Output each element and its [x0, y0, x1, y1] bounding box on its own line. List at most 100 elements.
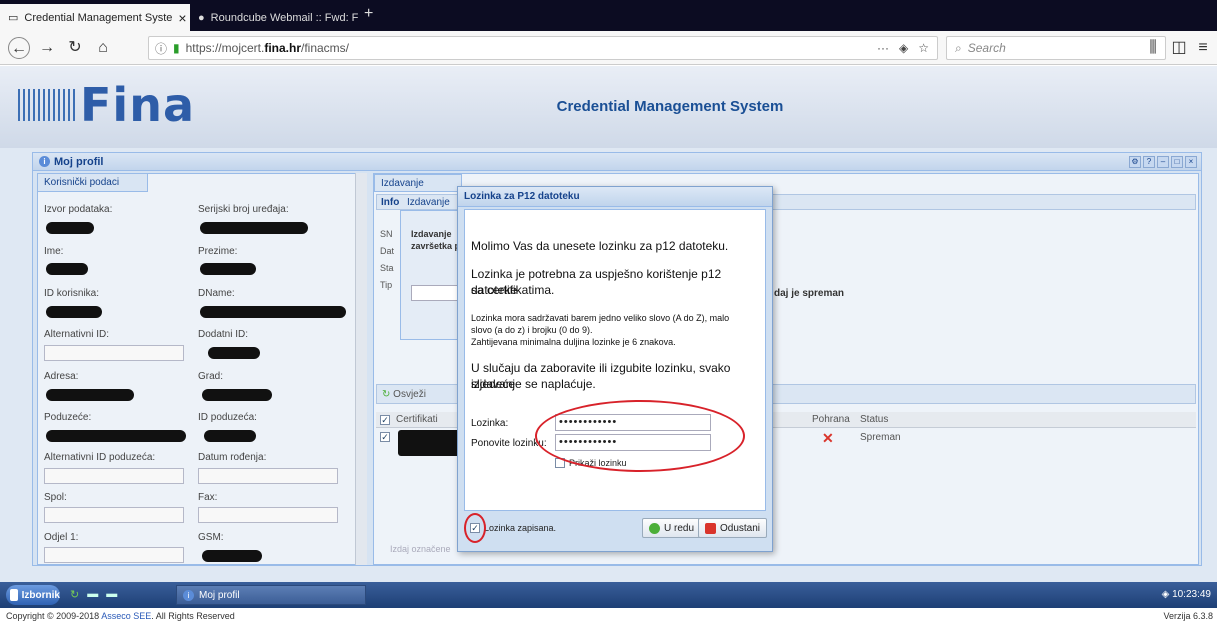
cancel-icon	[705, 522, 716, 534]
left-panel-scrollbar[interactable]	[355, 173, 367, 565]
tab-korisnicki-podaci[interactable]: Korisnički podaci	[38, 174, 148, 192]
redacted-value	[208, 347, 260, 359]
footer: Copyright © 2009-2018 Asseco SEE. All Ri…	[0, 608, 1217, 624]
ok-button[interactable]: U redu	[642, 518, 702, 538]
user-data-panel: Korisnički podaci Izvor podataka: Serijs…	[37, 173, 367, 565]
company-link[interactable]: Asseco SEE	[101, 611, 151, 621]
dialog-rule-text: Zahtijevana minimalna duljina lozinke je…	[471, 337, 676, 347]
field-label: DName:	[198, 288, 235, 299]
close-icon[interactable]: ×	[1185, 156, 1197, 168]
pocket-icon[interactable]: ◈	[899, 41, 908, 55]
field-label: ID korisnika:	[44, 288, 100, 299]
fax-field[interactable]	[198, 507, 338, 523]
forward-arrow-icon[interactable]: →	[36, 37, 58, 59]
window-icon[interactable]: ▬	[106, 588, 117, 601]
column-pohrana[interactable]: Pohrana	[812, 414, 850, 425]
row-status: Spreman	[860, 432, 901, 443]
select-all-checkbox[interactable]: ✓	[380, 415, 390, 425]
redacted-value	[46, 306, 102, 318]
field-label: Izvor podataka:	[44, 204, 113, 215]
redacted-value	[46, 263, 88, 275]
search-icon: ⌕	[955, 40, 962, 55]
maximize-icon[interactable]: □	[1171, 156, 1183, 168]
fina-logo: Fina	[18, 78, 195, 132]
field-label: Poduzeće:	[44, 412, 92, 423]
taskbar-item-moj-profil[interactable]: i Moj profil	[176, 585, 366, 605]
close-tab-icon[interactable]: ×	[178, 10, 186, 26]
status-text: daj je spreman	[774, 288, 845, 299]
dialog-body: Molimo Vas da unesete lozinku za p12 dat…	[464, 209, 766, 511]
tab-label: Credential Management Syste	[24, 11, 173, 24]
gear-icon[interactable]: ⚙	[1129, 156, 1141, 168]
field-label: Alternativni ID:	[44, 329, 110, 340]
search-input[interactable]: ⌕ Search	[946, 36, 1166, 60]
logo-bars-icon	[18, 89, 76, 121]
browser-tab-bar: ▭ Credential Management Syste × ● Roundc…	[0, 0, 1217, 31]
window-icon[interactable]: ▬	[87, 588, 98, 601]
tab-roundcube[interactable]: ● Roundcube Webmail :: Fwd: Fw ×	[190, 4, 358, 31]
window-title: Moj profil	[54, 155, 104, 168]
field-label: Datum rođenja:	[198, 452, 267, 463]
cancel-button[interactable]: Odustani	[698, 518, 768, 538]
home-icon[interactable]: ⌂	[92, 37, 114, 59]
info-circle-icon: i	[39, 156, 50, 167]
sidebar-icon[interactable]: ◫	[1168, 37, 1190, 59]
quick-launch: ↻ ▬ ▬	[70, 588, 117, 601]
reload-icon[interactable]: ↻	[64, 37, 86, 59]
p12-password-dialog: Lozinka za P12 datoteku Molimo Vas da un…	[457, 186, 773, 552]
dialog-text: sa certifikatima.	[471, 283, 555, 297]
inner-window-title: Izdavanje	[407, 197, 450, 208]
refresh-icon[interactable]: ↻	[70, 588, 79, 601]
redacted-value	[398, 430, 460, 456]
clock: ◈ 10:23:49	[1161, 589, 1211, 600]
help-icon[interactable]: ?	[1143, 156, 1155, 168]
alternativni-id-poduzeca-field[interactable]	[44, 468, 184, 484]
alternativni-id-field[interactable]	[44, 345, 184, 361]
redacted-value	[46, 430, 186, 442]
refresh-button[interactable]: ↻ Osvježi	[382, 389, 426, 400]
tab-info[interactable]: Info	[381, 197, 399, 208]
page-actions-icon[interactable]: ···	[877, 41, 889, 55]
field-label: Prezime:	[198, 246, 238, 257]
new-tab-button[interactable]: +	[364, 5, 373, 23]
field-label: GSM:	[198, 532, 224, 543]
info-circle-icon: i	[183, 589, 194, 601]
redacted-value	[200, 306, 346, 318]
bookmark-star-icon[interactable]: ☆	[918, 41, 929, 55]
odjel-field[interactable]	[44, 547, 184, 563]
issue-selected-button[interactable]: Izdaj označene	[390, 544, 451, 554]
network-icon: ◈	[1161, 589, 1170, 600]
minimize-icon[interactable]: –	[1157, 156, 1169, 168]
spol-field[interactable]	[44, 507, 184, 523]
menu-icon[interactable]: ≡	[1192, 37, 1214, 59]
tab-favicon-icon: ●	[198, 11, 205, 24]
taskbar: Izbornik ↻ ▬ ▬ i Moj profil ◈ 10:23:49	[0, 582, 1217, 608]
window-controls: ⚙ ? – □ ×	[1129, 156, 1197, 168]
column-status[interactable]: Status	[860, 414, 888, 425]
field-label: Serijski broj uređaja:	[198, 204, 289, 215]
not-stored-icon: ✕	[822, 430, 834, 446]
field-label: Grad:	[198, 371, 224, 382]
dialog-rule-text: Lozinka mora sadržavati barem jedno veli…	[471, 313, 730, 323]
field-label: ID poduzeća:	[198, 412, 257, 423]
back-arrow-icon[interactable]: ←	[8, 37, 30, 59]
tab-credential-management[interactable]: ▭ Credential Management Syste ×	[0, 4, 190, 31]
highlight-ring	[535, 400, 745, 472]
window-header: i Moj profil	[33, 153, 1201, 171]
tab-izdavanje[interactable]: Izdavanje	[374, 174, 462, 192]
library-icon[interactable]: ⫼	[1142, 37, 1164, 59]
column-certifikati[interactable]: Certifikati	[396, 414, 438, 425]
row-checkbox[interactable]: ✓	[380, 432, 390, 442]
info-icon[interactable]: ⓘ	[155, 40, 167, 57]
refresh-icon: ↻	[382, 389, 391, 400]
start-menu-button[interactable]: Izbornik	[6, 585, 60, 605]
redacted-value	[202, 389, 272, 401]
url-bar[interactable]: ⓘ ▮ https://mojcert.fina.hr/finacms/ ···…	[148, 36, 938, 60]
password-label: Lozinka:	[471, 418, 509, 429]
tab-favicon-icon: ▭	[8, 12, 19, 24]
app-title: Credential Management System	[556, 98, 784, 115]
field-label: Ime:	[44, 246, 64, 257]
field-label: Dodatni ID:	[198, 329, 249, 340]
datum-rodenja-field[interactable]	[198, 468, 338, 484]
check-circle-icon	[649, 522, 660, 534]
